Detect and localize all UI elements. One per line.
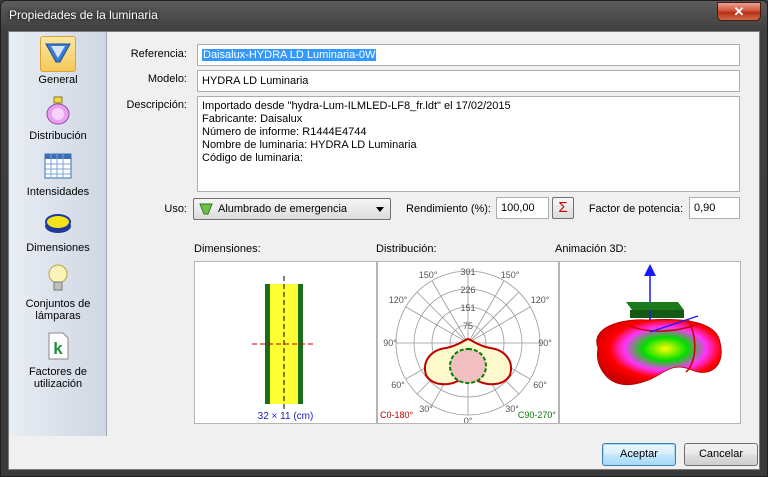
sidebar-item-label: General [38, 74, 78, 86]
cancel-button[interactable]: Cancelar [684, 443, 758, 466]
uso-label: Uso: [164, 203, 187, 215]
modelo-label: Modelo: [147, 73, 187, 85]
descripcion-line: Fabricante: Daisalux [202, 113, 303, 125]
lamp-shape-icon [40, 204, 76, 240]
factor-label: Factor de potencia: [588, 203, 683, 215]
angle-label: 150° [419, 270, 438, 280]
sidebar-item-label: Distribución [29, 130, 87, 142]
referencia-value: Daisalux-HYDRA LD Luminaria-0W [202, 49, 377, 61]
sidebar-item-label: Dimensiones [26, 242, 90, 254]
animacion-panel [559, 261, 741, 424]
title-bar[interactable]: Propiedades de la luminaria ✕ [1, 1, 767, 31]
descripcion-label: Descripción: [126, 99, 187, 111]
dialog-window: Propiedades de la luminaria ✕ General Di… [0, 0, 768, 477]
sidebar-item-factores[interactable]: k Factores de utilización [9, 328, 107, 390]
modelo-field[interactable]: HYDRA LD Luminaria [197, 70, 740, 92]
bottle-icon [40, 92, 76, 128]
descripcion-textarea[interactable]: Importado desde "hydra-Lum-ILMLED-LF8_fr… [197, 96, 740, 192]
rendimiento-input[interactable]: 100,00 [496, 197, 549, 219]
sidebar: General Distribución Intensidades Dimens… [9, 32, 107, 436]
dimensiones-caption: 32 × 11 (cm) [257, 411, 314, 422]
sidebar-item-dimensiones[interactable]: Dimensiones [9, 204, 107, 254]
dimensiones-panel: 32 × 11 (cm) [194, 261, 377, 424]
polar-tick: 151 [460, 303, 475, 313]
c90-curve [448, 347, 488, 385]
rendimiento-label: Rendimiento (%): [406, 203, 491, 215]
angle-label: 120° [389, 295, 408, 305]
polar-diagram: 301 226 151 75 150° 150° 120° 120° 90° 9… [380, 267, 557, 426]
svg-text:k: k [53, 339, 63, 358]
sidebar-item-label: Intensidades [26, 186, 90, 198]
polar-tick: 301 [460, 267, 475, 277]
angle-label: 0° [464, 416, 473, 423]
luminaire-icon [40, 36, 76, 72]
legend-c0: C0-180° [380, 410, 414, 420]
angle-label: 30° [419, 404, 433, 414]
bulb-icon [40, 260, 76, 296]
sidebar-item-label: Conjuntos de lámparas [25, 298, 91, 322]
accept-button[interactable]: Aceptar [602, 443, 676, 466]
sigma-button[interactable]: Σ [552, 197, 574, 219]
dimensiones-label: Dimensiones: [194, 243, 261, 255]
grid-table-icon [40, 148, 76, 184]
emergency-light-icon [199, 203, 213, 215]
close-button[interactable]: ✕ [717, 2, 761, 21]
distribucion-panel: 301 226 151 75 150° 150° 120° 120° 90° 9… [377, 261, 559, 426]
animacion-label: Animación 3D: [555, 243, 627, 255]
angle-label: 120° [531, 295, 550, 305]
polar-tick: 75 [463, 321, 473, 331]
uso-value: Alumbrado de emergencia [218, 203, 348, 215]
k-document-icon: k [40, 328, 76, 364]
angle-label: 60° [391, 380, 405, 390]
factor-input[interactable]: 0,90 [689, 197, 740, 219]
descripcion-line: Número de informe: R1444E4744 [202, 126, 367, 138]
sidebar-item-distribucion[interactable]: Distribución [9, 92, 107, 142]
dimension-drawing [252, 276, 316, 412]
sidebar-item-general[interactable]: General [9, 36, 107, 86]
sidebar-item-conjuntos[interactable]: Conjuntos de lámparas [9, 260, 107, 322]
chevron-down-icon [376, 207, 384, 212]
referencia-label: Referencia: [130, 48, 187, 60]
photometric-3d-view [596, 264, 722, 386]
polar-tick: 226 [460, 285, 475, 295]
descripcion-line: Importado desde "hydra-Lum-ILMLED-LF8_fr… [202, 100, 511, 112]
sidebar-item-intensidades[interactable]: Intensidades [9, 148, 107, 198]
dialog-client: General Distribución Intensidades Dimens… [8, 31, 760, 470]
angle-label: 90° [383, 338, 397, 348]
descripcion-line: Nombre de luminaria: HYDRA LD Luminaria [202, 139, 417, 151]
angle-label: 150° [501, 270, 520, 280]
angle-label: 60° [533, 380, 547, 390]
window-title: Propiedades de la luminaria [9, 8, 158, 22]
referencia-field[interactable]: Daisalux-HYDRA LD Luminaria-0W [197, 44, 740, 66]
angle-label: 90° [538, 338, 552, 348]
distribucion-label: Distribución: [376, 243, 437, 255]
legend-c90: C90-270° [518, 410, 557, 420]
descripcion-line: Código de luminaria: [202, 152, 303, 164]
sidebar-item-label: Factores de utilización [28, 366, 88, 390]
uso-select[interactable]: Alumbrado de emergencia [193, 198, 391, 220]
